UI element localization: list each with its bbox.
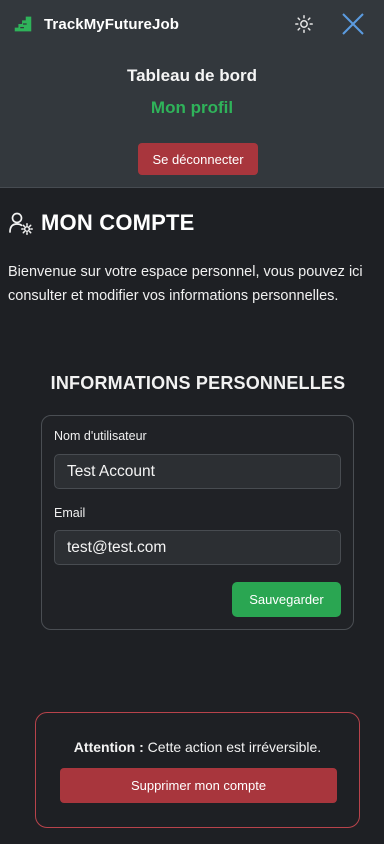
nav-profile-link[interactable]: Mon profil: [0, 98, 384, 118]
logout-button[interactable]: Se déconnecter: [138, 143, 258, 175]
delete-account-button[interactable]: Supprimer mon compte: [60, 768, 337, 803]
brand[interactable]: TrackMyFutureJob: [12, 13, 179, 35]
save-button[interactable]: Sauvegarder: [232, 582, 341, 617]
personal-info-form: Nom d'utilisateur Email Sauvegarder: [41, 415, 354, 630]
account-intro: Bienvenue sur votre espace personnel, vo…: [8, 264, 363, 304]
close-icon[interactable]: [340, 11, 366, 37]
sun-icon[interactable]: [294, 14, 314, 34]
warning-bold: Attention :: [73, 739, 144, 755]
username-label: Nom d'utilisateur: [54, 429, 147, 443]
username-field[interactable]: [54, 454, 341, 489]
user-settings-icon: [9, 212, 33, 235]
shoe-logo-icon: [14, 16, 32, 32]
personal-info-title: INFORMATIONS PERSONNELLES: [50, 373, 346, 393]
account-heading: MON COMPTE: [8, 210, 195, 236]
email-field[interactable]: [54, 530, 341, 565]
brand-name: TrackMyFutureJob: [44, 15, 179, 33]
danger-zone: Attention : Cette action est irréversibl…: [35, 712, 360, 828]
irreversible-warning: Attention : Cette action est irréversibl…: [36, 739, 359, 755]
warning-text: Cette action est irréversible.: [147, 739, 322, 755]
email-label: Email: [54, 506, 86, 520]
account-title: MON COMPTE: [41, 210, 195, 235]
nav-dashboard-link[interactable]: Tableau de bord: [0, 66, 384, 86]
top-header: TrackMyFutureJob Tableau de bord Mon pro…: [0, 0, 384, 188]
